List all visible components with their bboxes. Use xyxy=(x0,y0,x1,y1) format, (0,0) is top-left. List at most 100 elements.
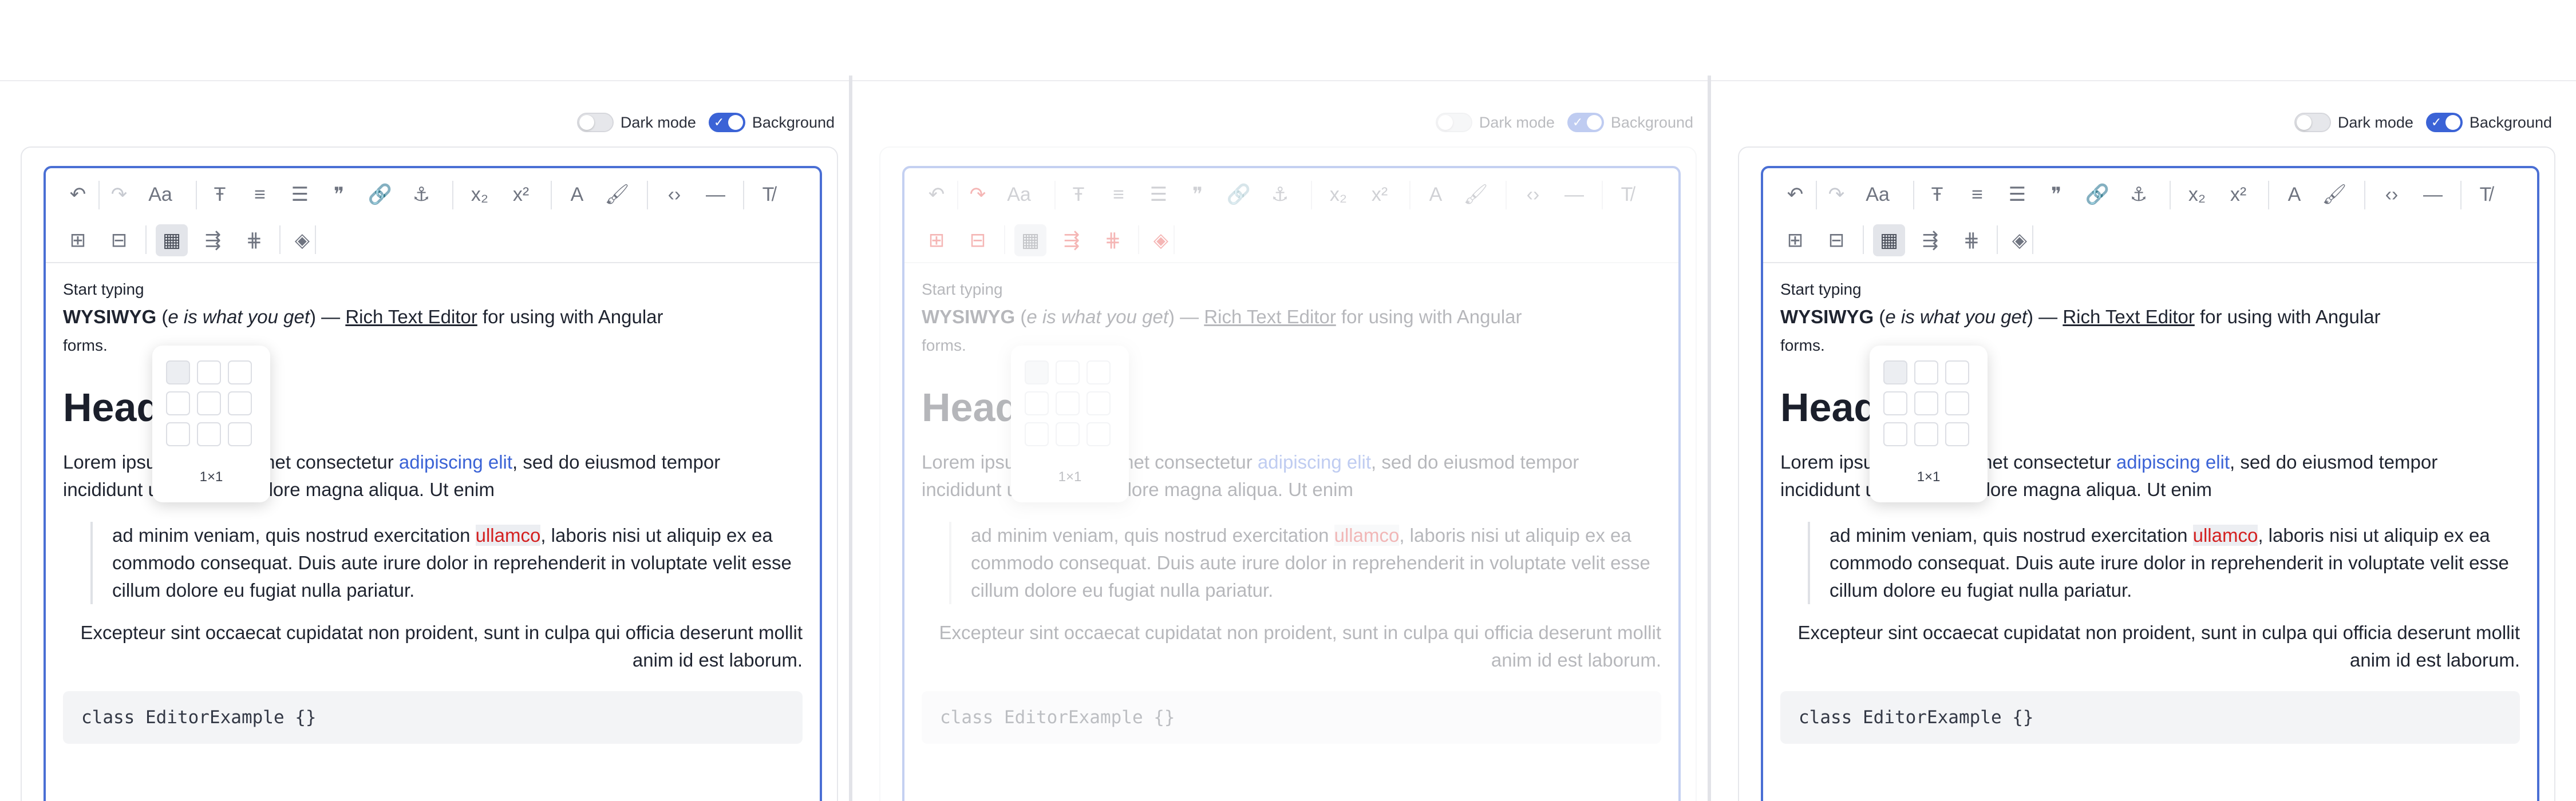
background-toggle[interactable]: ✓ Background xyxy=(2425,113,2552,132)
text-style-icon[interactable]: Ŧ xyxy=(1062,179,1095,211)
link-icon[interactable]: 🔗 xyxy=(2081,179,2113,211)
table-grid-cell[interactable] xyxy=(197,360,221,384)
table-grid-cell[interactable] xyxy=(1086,391,1111,415)
table-grid-cell[interactable] xyxy=(1945,391,1969,415)
cell-fill-icon[interactable]: ◈ xyxy=(2004,224,2036,256)
insert-column-icon[interactable]: ⇶ xyxy=(1056,224,1088,256)
clear-format-icon[interactable]: T̸ xyxy=(1611,179,1643,211)
redo-icon[interactable]: ↷ xyxy=(1820,179,1852,211)
code-icon[interactable]: ‹› xyxy=(658,179,690,211)
insert-column-icon[interactable]: ⇶ xyxy=(1914,224,1946,256)
undo-icon[interactable]: ↶ xyxy=(1779,179,1811,211)
redo-icon[interactable]: ↷ xyxy=(103,179,135,211)
table-grid-cell[interactable] xyxy=(166,391,190,415)
table-grid-cell[interactable] xyxy=(166,422,190,446)
editor-content[interactable]: Start typing WYSIWYG (e is what you get) … xyxy=(904,263,1678,744)
bullet-list-icon[interactable]: ☰ xyxy=(2001,179,2033,211)
dark-mode-switch[interactable] xyxy=(2294,113,2331,132)
highlight-icon[interactable]: 🖌 xyxy=(601,179,633,211)
dark-mode-toggle[interactable]: Dark mode xyxy=(1435,113,1555,132)
editor-content[interactable]: Start typing WYSIWYG (e is what you get) … xyxy=(46,263,820,744)
remove-row-icon[interactable]: ⊟ xyxy=(962,224,994,256)
superscript-icon[interactable]: x² xyxy=(2222,179,2254,211)
table-grid-cell[interactable] xyxy=(1025,422,1049,446)
table-size-picker[interactable]: 1×1 xyxy=(1870,346,1988,502)
table-grid-cell[interactable] xyxy=(1914,391,1938,415)
insert-table-rows-icon[interactable]: ⋕ xyxy=(238,224,270,256)
anchor-icon[interactable]: ⚓ xyxy=(2123,179,2155,211)
redo-icon[interactable]: ↷ xyxy=(962,179,994,211)
background-toggle[interactable]: ✓ Background xyxy=(1567,113,1693,132)
undo-icon[interactable]: ↶ xyxy=(62,179,94,211)
add-row-icon[interactable]: ⊞ xyxy=(920,224,953,256)
table-grid-cell[interactable] xyxy=(228,391,252,415)
bullet-list-icon[interactable]: ☰ xyxy=(284,179,316,211)
blockquote-icon[interactable]: ❞ xyxy=(1182,179,1214,211)
table-grid-cell[interactable] xyxy=(1056,422,1080,446)
insert-column-icon[interactable]: ⇶ xyxy=(197,224,229,256)
align-icon[interactable]: ≡ xyxy=(244,179,276,211)
subscript-icon[interactable]: x₂ xyxy=(464,179,496,211)
table-grid-cell[interactable] xyxy=(1914,360,1938,384)
table-icon[interactable]: ▦ xyxy=(156,224,188,256)
background-switch[interactable]: ✓ xyxy=(708,113,745,132)
rich-text-editor-link[interactable]: Rich Text Editor xyxy=(345,306,477,327)
dark-mode-switch[interactable] xyxy=(576,113,614,132)
blockquote-icon[interactable]: ❞ xyxy=(2040,179,2072,211)
table-grid-cell[interactable] xyxy=(1883,422,1907,446)
code-icon[interactable]: ‹› xyxy=(2376,179,2408,211)
undo-icon[interactable]: ↶ xyxy=(920,179,953,211)
highlight-icon[interactable]: 🖌 xyxy=(1460,179,1492,211)
clear-format-icon[interactable]: T̸ xyxy=(752,179,784,211)
table-grid-cell[interactable] xyxy=(1086,422,1111,446)
link-icon[interactable]: 🔗 xyxy=(1223,179,1255,211)
background-switch[interactable]: ✓ xyxy=(2425,113,2463,132)
rich-text-editor-link[interactable]: Rich Text Editor xyxy=(2063,306,2194,327)
table-grid-cell[interactable] xyxy=(1056,391,1080,415)
dark-mode-toggle[interactable]: Dark mode xyxy=(576,113,696,132)
horizontal-rule-icon[interactable]: — xyxy=(1558,179,1590,211)
highlight-icon[interactable]: 🖌 xyxy=(2318,179,2350,211)
text-case-icon[interactable]: Aa xyxy=(1003,179,1035,211)
table-grid-cell[interactable] xyxy=(228,360,252,384)
cell-fill-icon[interactable]: ◈ xyxy=(286,224,318,256)
table-grid-cell[interactable] xyxy=(1914,422,1938,446)
editor-content[interactable]: Start typing WYSIWYG (e is what you get) … xyxy=(1763,263,2537,744)
table-icon[interactable]: ▦ xyxy=(1014,224,1046,256)
table-grid-cell[interactable] xyxy=(1025,360,1049,384)
text-color-icon[interactable]: A xyxy=(1420,179,1452,211)
code-icon[interactable]: ‹› xyxy=(1517,179,1549,211)
table-grid-cell[interactable] xyxy=(228,422,252,446)
adipiscing-link[interactable]: adipiscing elit xyxy=(399,451,512,473)
table-grid-cell[interactable] xyxy=(197,422,221,446)
blockquote-icon[interactable]: ❞ xyxy=(323,179,355,211)
insert-table-rows-icon[interactable]: ⋕ xyxy=(1955,224,1988,256)
link-icon[interactable]: 🔗 xyxy=(364,179,396,211)
subscript-icon[interactable]: x₂ xyxy=(2181,179,2213,211)
remove-row-icon[interactable]: ⊟ xyxy=(103,224,135,256)
background-switch[interactable]: ✓ xyxy=(1567,113,1604,132)
remove-row-icon[interactable]: ⊟ xyxy=(1820,224,1852,256)
dark-mode-switch[interactable] xyxy=(1435,113,1472,132)
add-row-icon[interactable]: ⊞ xyxy=(62,224,94,256)
clear-format-icon[interactable]: T̸ xyxy=(2470,179,2502,211)
rich-text-editor-link[interactable]: Rich Text Editor xyxy=(1204,306,1336,327)
bullet-list-icon[interactable]: ☰ xyxy=(1143,179,1175,211)
text-style-icon[interactable]: Ŧ xyxy=(1921,179,1953,211)
text-color-icon[interactable]: A xyxy=(2278,179,2310,211)
superscript-icon[interactable]: x² xyxy=(1364,179,1396,211)
anchor-icon[interactable]: ⚓ xyxy=(405,179,437,211)
table-grid-cell[interactable] xyxy=(1883,391,1907,415)
subscript-icon[interactable]: x₂ xyxy=(1322,179,1354,211)
table-grid-cell[interactable] xyxy=(1056,360,1080,384)
add-row-icon[interactable]: ⊞ xyxy=(1779,224,1811,256)
horizontal-rule-icon[interactable]: — xyxy=(700,179,732,211)
background-toggle[interactable]: ✓ Background xyxy=(708,113,835,132)
table-grid-cell[interactable] xyxy=(1945,360,1969,384)
text-color-icon[interactable]: A xyxy=(561,179,593,211)
insert-table-rows-icon[interactable]: ⋕ xyxy=(1097,224,1129,256)
adipiscing-link[interactable]: adipiscing elit xyxy=(1258,451,1371,473)
align-icon[interactable]: ≡ xyxy=(1961,179,1993,211)
anchor-icon[interactable]: ⚓ xyxy=(1264,179,1296,211)
adipiscing-link[interactable]: adipiscing elit xyxy=(2116,451,2230,473)
